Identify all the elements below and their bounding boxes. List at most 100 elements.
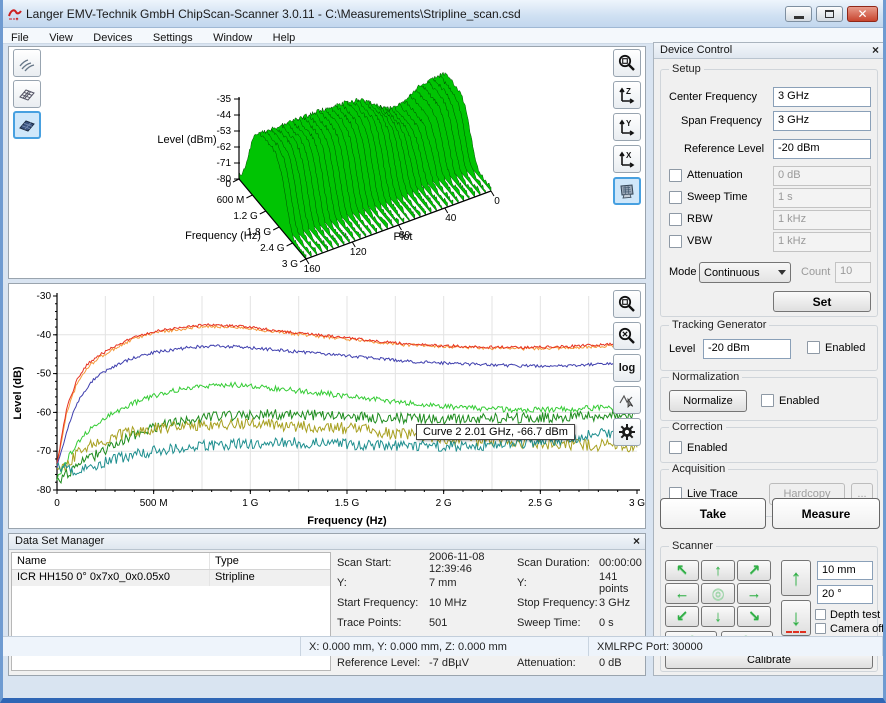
reference-level-input[interactable]: -20 dBm (773, 139, 871, 159)
arrow-right-icon: → (747, 586, 762, 601)
title-bar[interactable]: Langer EMV-Technik GmbH ChipScan-Scanner… (0, 0, 886, 28)
plot2d-canvas[interactable]: 0500 M1 G1.5 G2 G2.5 G3 G-30-40-50-60-70… (9, 284, 645, 528)
surface-contact-icon (786, 631, 806, 633)
settings-button[interactable] (613, 418, 641, 446)
menu-help[interactable]: Help (265, 31, 304, 45)
scanner-move-left-button[interactable]: ← (665, 583, 699, 604)
view-along-z-button[interactable]: Z (613, 81, 641, 109)
reference-level-label: Reference Level (684, 143, 764, 155)
tg-enabled-checkbox[interactable] (807, 341, 820, 354)
span-frequency-input[interactable]: 3 GHz (773, 111, 871, 131)
scanner-move-right-button[interactable]: → (737, 583, 771, 604)
marker-pick-button[interactable] (613, 386, 641, 414)
tracking-generator-group: Tracking Generator Level -20 dBm Enabled (660, 325, 878, 371)
close-button[interactable]: ✕ (847, 6, 878, 22)
view-along-x-button[interactable]: X (613, 145, 641, 173)
svg-text:Z: Z (626, 87, 631, 96)
curve-tooltip: Curve 2 2.01 GHz, -66.7 dBm (416, 424, 575, 440)
camera-off-checkbox[interactable] (815, 623, 826, 634)
step-size-input[interactable]: 10 mm (817, 561, 873, 580)
magnifier-icon (617, 53, 637, 73)
menu-view[interactable]: View (41, 31, 81, 45)
measure-button[interactable]: Measure (772, 498, 880, 529)
svg-text:0: 0 (225, 179, 231, 190)
rbw-label: RBW (687, 213, 713, 225)
surface-solid-button[interactable] (13, 111, 41, 139)
column-type[interactable]: Type (210, 553, 244, 569)
svg-text:-40: -40 (37, 330, 52, 341)
attenuation-checkbox[interactable] (669, 169, 682, 182)
take-button[interactable]: Take (660, 498, 766, 529)
info-label: Attenuation: (517, 657, 599, 669)
menu-window[interactable]: Window (205, 31, 260, 45)
menu-file[interactable]: File (3, 31, 37, 45)
table-header: Name Type (12, 553, 330, 570)
restore-button[interactable] (816, 6, 843, 22)
scanner-move-down-right-button[interactable]: ↘ (737, 606, 771, 627)
axis-x-icon: X (617, 149, 637, 169)
svg-text:Level (dB): Level (dB) (12, 366, 24, 420)
scanner-move-down-button[interactable]: ↓ (701, 606, 735, 627)
plot3d-canvas[interactable]: -35-44-53-62-71-80Level (dBm)0600 M1.2 G… (9, 47, 645, 278)
scanner-move-up-right-button[interactable]: ↗ (737, 560, 771, 581)
scanner-move-up-left-button[interactable]: ↖ (665, 560, 699, 581)
app-logo-icon (7, 6, 24, 27)
svg-text:600 M: 600 M (217, 195, 245, 206)
scanner-home-button[interactable]: ◎ (701, 583, 735, 604)
device-control-close-icon[interactable]: × (872, 43, 879, 57)
normalize-button[interactable]: Normalize (669, 390, 747, 412)
span-frequency-label: Span Frequency (681, 115, 762, 127)
center-frequency-input[interactable]: 3 GHz (773, 87, 871, 107)
menu-settings[interactable]: Settings (145, 31, 201, 45)
svg-text:-30: -30 (37, 291, 52, 302)
status-xmlrpc: XMLRPC Port: 30000 (589, 637, 883, 656)
vbw-checkbox[interactable] (669, 235, 682, 248)
surface-lines-button[interactable] (13, 49, 41, 77)
svg-text:-35: -35 (217, 94, 232, 105)
scanner-move-up-button[interactable]: ↑ (701, 560, 735, 581)
scanner-z-up-button[interactable]: ↑ (781, 560, 811, 596)
normalization-enabled-checkbox[interactable] (761, 394, 774, 407)
column-name[interactable]: Name (12, 553, 210, 569)
correction-group: Correction Enabled (660, 427, 878, 463)
info-label: Y: (337, 577, 429, 589)
svg-text:1.2 G: 1.2 G (233, 211, 258, 222)
axis-y-icon: Y (617, 117, 637, 137)
log-scale-button[interactable]: log (613, 354, 641, 382)
zoom-3d-button[interactable] (613, 49, 641, 77)
minimize-button[interactable] (785, 6, 812, 22)
correction-enabled-checkbox[interactable] (669, 441, 682, 454)
angle-step-input[interactable]: 20 ° (817, 585, 873, 604)
info-label: Reference Level: (337, 657, 429, 669)
surface-lines-icon (17, 53, 37, 73)
depth-test-checkbox[interactable] (815, 609, 826, 620)
info-value: 00:00:00 (599, 557, 643, 569)
attenuation-label: Attenuation (687, 169, 743, 181)
view-along-y-button[interactable]: Y (613, 113, 641, 141)
scanner-z-down-button[interactable]: ↓ (781, 600, 811, 636)
view-3d-button[interactable] (613, 177, 641, 205)
mode-value: Continuous (704, 267, 760, 279)
menu-devices[interactable]: Devices (85, 31, 140, 45)
svg-text:-80: -80 (37, 485, 52, 496)
rbw-checkbox[interactable] (669, 213, 682, 226)
svg-text:1 G: 1 G (242, 498, 258, 509)
set-button[interactable]: Set (773, 291, 871, 312)
dsm-close-icon[interactable]: × (633, 534, 640, 548)
svg-text:-50: -50 (37, 369, 52, 380)
correction-legend: Correction (669, 421, 726, 433)
magnifier-box-icon (617, 294, 637, 314)
table-row[interactable]: ICR HH150 0° 0x7x0_0x0.05x0 Stripline (12, 570, 330, 586)
sweep-time-checkbox[interactable] (669, 191, 682, 204)
zoom-reset-button[interactable] (613, 322, 641, 350)
marker-pick-icon (617, 390, 637, 410)
mode-select[interactable]: Continuous (699, 262, 791, 283)
tg-level-input[interactable]: -20 dBm (703, 339, 791, 359)
scanner-move-down-left-button[interactable]: ↙ (665, 606, 699, 627)
info-label: Stop Frequency: (517, 597, 599, 609)
svg-text:Plot: Plot (394, 231, 413, 243)
surface-wireframe-button[interactable] (13, 80, 41, 108)
info-label: Scan Duration: (517, 557, 599, 569)
zoom-box-button[interactable] (613, 290, 641, 318)
svg-text:3 G: 3 G (629, 498, 645, 509)
